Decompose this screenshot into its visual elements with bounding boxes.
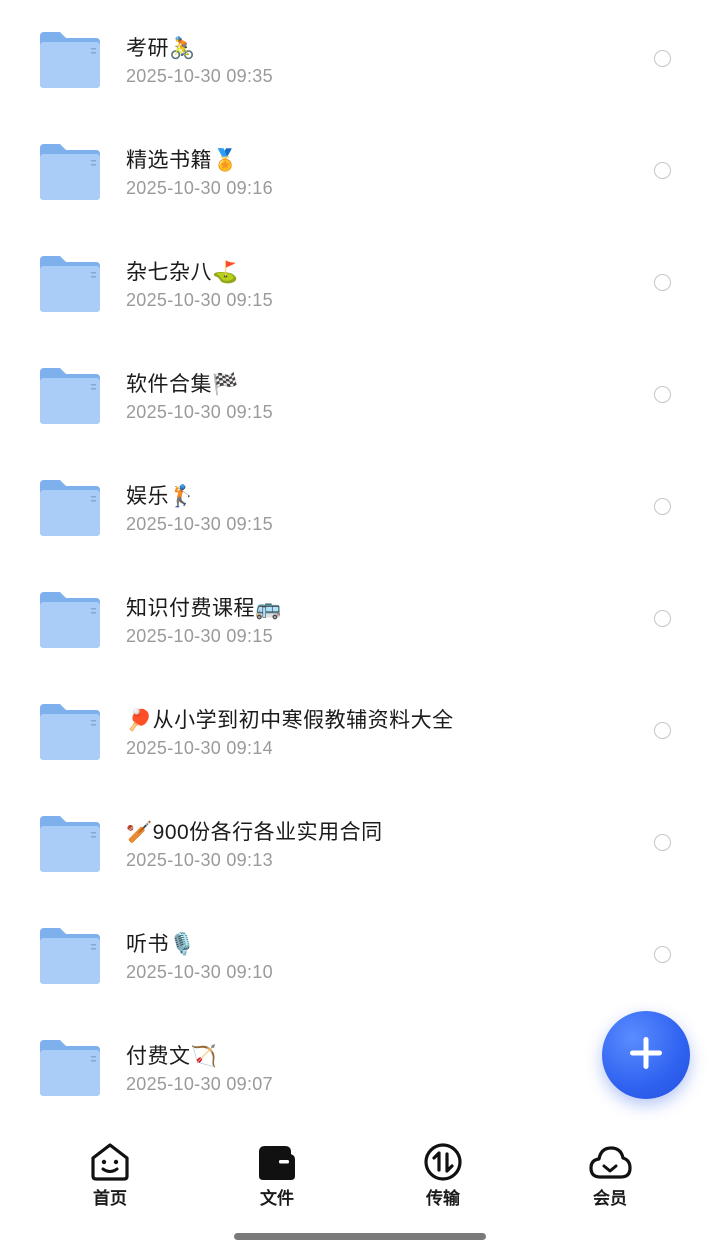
file-name: 软件合集🏁	[126, 373, 239, 396]
file-date: 2025-10-30 09:10	[126, 962, 273, 982]
list-item[interactable]: 听书🎙️ 2025-10-30 09:10	[0, 896, 720, 1008]
folder-icon	[38, 926, 102, 984]
file-name: 精选书籍🏅	[126, 149, 239, 172]
folder-icon	[38, 1038, 102, 1096]
select-radio[interactable]	[654, 722, 671, 739]
select-radio[interactable]	[654, 834, 671, 851]
tab-label: 会员	[593, 1189, 627, 1208]
folder-icon	[38, 366, 102, 424]
select-radio[interactable]	[654, 498, 671, 515]
add-button[interactable]	[602, 1011, 690, 1099]
list-item[interactable]: 娱乐🏌 2025-10-30 09:15	[0, 448, 720, 560]
file-date: 2025-10-30 09:15	[126, 290, 273, 310]
file-date: 2025-10-30 09:07	[126, 1074, 273, 1094]
file-date: 2025-10-30 09:35	[126, 66, 273, 86]
file-date: 2025-10-30 09:15	[126, 514, 273, 534]
home-face-icon	[88, 1142, 132, 1182]
tab-label: 文件	[260, 1189, 294, 1208]
tab-transfer[interactable]: 传输	[393, 1142, 493, 1209]
list-item[interactable]: 精选书籍🏅 2025-10-30 09:16	[0, 112, 720, 224]
file-name: 🏓从小学到初中寒假教辅资料大全	[126, 709, 454, 732]
file-name: 考研🚴	[126, 37, 196, 60]
folder-icon	[38, 142, 102, 200]
file-name: 知识付费课程🚌	[126, 597, 282, 620]
select-radio[interactable]	[654, 50, 671, 67]
list-item[interactable]: 杂七杂八⛳ 2025-10-30 09:15	[0, 224, 720, 336]
tab-home[interactable]: 首页	[60, 1142, 160, 1209]
plus-icon	[628, 1035, 664, 1076]
select-radio[interactable]	[654, 162, 671, 179]
select-radio[interactable]	[654, 946, 671, 963]
list-item[interactable]: 知识付费课程🚌 2025-10-30 09:15	[0, 560, 720, 672]
bottom-tab-bar: 首页 文件 传输 会员	[0, 1130, 720, 1210]
folder-icon	[38, 590, 102, 648]
tab-label: 首页	[93, 1189, 127, 1208]
wallet-folder-icon	[255, 1142, 299, 1182]
file-date: 2025-10-30 09:15	[126, 402, 273, 422]
select-radio[interactable]	[654, 610, 671, 627]
home-indicator[interactable]	[234, 1233, 486, 1240]
file-name: 🏏900份各行各业实用合同	[126, 821, 383, 844]
list-item[interactable]: 🏏900份各行各业实用合同 2025-10-30 09:13	[0, 784, 720, 896]
tab-membership[interactable]: 会员	[560, 1142, 660, 1209]
cloud-icon	[588, 1142, 632, 1182]
file-name: 杂七杂八⛳	[126, 261, 239, 284]
folder-icon	[38, 254, 102, 312]
select-radio[interactable]	[654, 386, 671, 403]
tab-label: 传输	[426, 1189, 460, 1208]
folder-icon	[38, 702, 102, 760]
file-name: 听书🎙️	[126, 933, 196, 956]
file-date: 2025-10-30 09:15	[126, 626, 273, 646]
file-date: 2025-10-30 09:14	[126, 738, 273, 758]
folder-icon	[38, 814, 102, 872]
transfer-arrows-icon	[421, 1142, 465, 1182]
list-item[interactable]: 考研🚴 2025-10-30 09:35	[0, 0, 720, 112]
file-name: 娱乐🏌	[126, 485, 196, 508]
folder-icon	[38, 30, 102, 88]
file-date: 2025-10-30 09:13	[126, 850, 273, 870]
select-radio[interactable]	[654, 274, 671, 291]
folder-icon	[38, 478, 102, 536]
file-date: 2025-10-30 09:16	[126, 178, 273, 198]
tab-files[interactable]: 文件	[227, 1142, 327, 1209]
list-item[interactable]: 🏓从小学到初中寒假教辅资料大全 2025-10-30 09:14	[0, 672, 720, 784]
file-name: 付费文🏹	[126, 1045, 218, 1068]
list-item[interactable]: 软件合集🏁 2025-10-30 09:15	[0, 336, 720, 448]
